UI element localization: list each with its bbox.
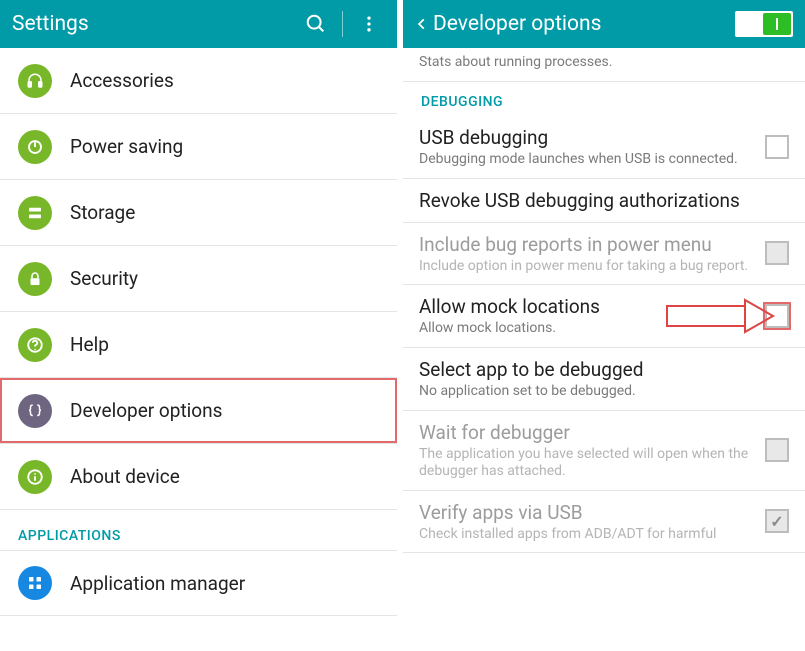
settings-panel: Settings Accessories Power saving Stora — [0, 0, 403, 651]
settings-item-power-saving[interactable]: Power saving — [0, 114, 397, 180]
lock-icon — [18, 262, 52, 296]
dev-action-bar: Developer options — [403, 0, 805, 48]
settings-item-about-device[interactable]: About device — [0, 444, 397, 510]
row-bug-reports[interactable]: Include bug reports in power menu Includ… — [403, 223, 805, 286]
row-title: Process stats — [419, 48, 789, 52]
row-select-debug-app[interactable]: Select app to be debugged No application… — [403, 348, 805, 411]
dev-options-list[interactable]: Process stats Stats about running proces… — [403, 48, 805, 651]
settings-item-storage[interactable]: Storage — [0, 180, 397, 246]
settings-item-help[interactable]: Help — [0, 312, 397, 378]
storage-icon — [18, 196, 52, 230]
settings-item-security[interactable]: Security — [0, 246, 397, 312]
row-title: Include bug reports in power menu — [419, 233, 753, 256]
info-icon — [18, 460, 52, 494]
help-icon — [18, 328, 52, 362]
row-subtitle: Include option in power menu for taking … — [419, 258, 753, 275]
master-toggle[interactable] — [735, 11, 793, 37]
checkbox[interactable] — [765, 241, 789, 265]
checkbox[interactable] — [765, 438, 789, 462]
settings-item-label: Security — [70, 267, 138, 290]
search-icon[interactable] — [300, 13, 332, 35]
row-subtitle: The application you have selected will o… — [419, 446, 753, 480]
checkbox[interactable] — [765, 304, 789, 328]
toggle-knob — [763, 13, 791, 35]
row-wait-for-debugger[interactable]: Wait for debugger The application you ha… — [403, 411, 805, 491]
braces-icon — [18, 394, 52, 428]
headset-icon — [18, 64, 52, 98]
settings-item-application-manager[interactable]: Application manager — [0, 550, 397, 616]
section-header-debugging: DEBUGGING — [403, 82, 805, 116]
row-title: Revoke USB debugging authorizations — [419, 189, 789, 212]
row-title: Wait for debugger — [419, 421, 753, 444]
apps-icon — [18, 566, 52, 600]
section-header-applications: APPLICATIONS — [0, 510, 397, 550]
settings-item-developer-options[interactable]: Developer options — [0, 378, 397, 444]
settings-item-label: Storage — [70, 201, 135, 224]
settings-item-label: About device — [70, 465, 180, 488]
row-title: Select app to be debugged — [419, 358, 789, 381]
power-icon — [18, 130, 52, 164]
settings-item-label: Help — [70, 333, 109, 356]
row-process-stats[interactable]: Process stats Stats about running proces… — [403, 48, 805, 82]
row-title: Verify apps via USB — [419, 501, 753, 524]
row-revoke-usb-auth[interactable]: Revoke USB debugging authorizations — [403, 179, 805, 223]
settings-list: Accessories Power saving Storage Securit… — [0, 48, 397, 651]
checkbox[interactable] — [765, 509, 789, 533]
row-subtitle: No application set to be debugged. — [419, 383, 789, 400]
row-subtitle: Check installed apps from ADB/ADT for ha… — [419, 526, 753, 543]
row-title: Allow mock locations — [419, 295, 753, 318]
divider — [342, 11, 343, 37]
developer-options-panel: Developer options Process stats Stats ab… — [403, 0, 805, 651]
checkbox[interactable] — [765, 135, 789, 159]
row-allow-mock-locations[interactable]: Allow mock locations Allow mock location… — [403, 285, 805, 348]
settings-action-bar: Settings — [0, 0, 397, 48]
row-subtitle: Stats about running processes. — [419, 54, 789, 71]
settings-item-label: Accessories — [70, 69, 174, 92]
settings-item-label: Power saving — [70, 135, 183, 158]
settings-item-accessories[interactable]: Accessories — [0, 48, 397, 114]
overflow-menu-icon[interactable] — [353, 14, 385, 34]
row-usb-debugging[interactable]: USB debugging Debugging mode launches wh… — [403, 116, 805, 179]
settings-item-label: Developer options — [70, 399, 222, 422]
row-subtitle: Debugging mode launches when USB is conn… — [419, 151, 753, 168]
row-subtitle: Allow mock locations. — [419, 320, 753, 337]
dev-title: Developer options — [433, 12, 725, 36]
row-verify-apps-usb[interactable]: Verify apps via USB Check installed apps… — [403, 491, 805, 554]
settings-item-label: Application manager — [70, 572, 245, 595]
row-title: USB debugging — [419, 126, 753, 149]
back-button[interactable]: Developer options — [415, 12, 725, 36]
settings-title: Settings — [12, 12, 290, 36]
